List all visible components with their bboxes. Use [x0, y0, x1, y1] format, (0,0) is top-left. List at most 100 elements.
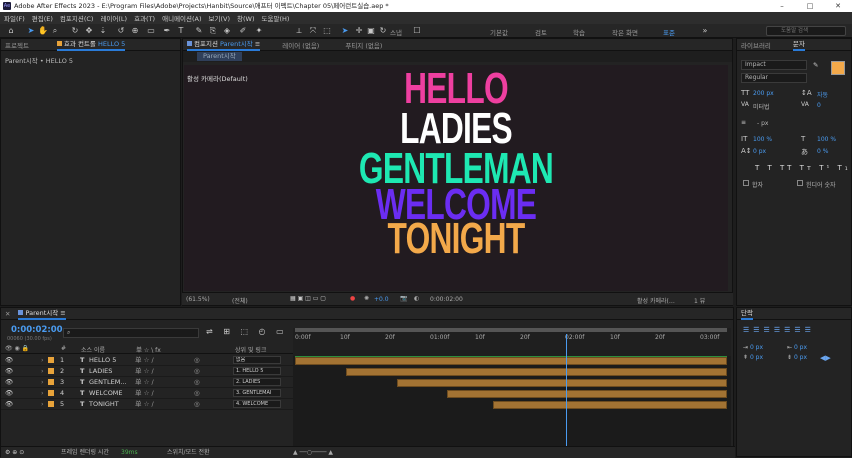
menu-view[interactable]: 보기(V)	[209, 13, 230, 23]
pickwhip-icon[interactable]: ◎	[194, 355, 200, 365]
tab-paragraph[interactable]: 단락	[741, 308, 753, 320]
view-dropdown[interactable]: 활성 카메라(…	[637, 296, 675, 305]
world-axis-icon[interactable]: ✛	[354, 26, 364, 36]
menu-edit[interactable]: 편집(E)	[32, 13, 53, 23]
leading-value[interactable]: 자동	[817, 90, 828, 99]
color-channel-icon[interactable]: ●	[350, 295, 355, 302]
visibility-icon[interactable]: 👁	[5, 366, 13, 376]
pickwhip-icon[interactable]: ◎	[194, 388, 200, 398]
pickwhip-icon[interactable]: ◎	[194, 366, 200, 376]
label-color-icon[interactable]	[48, 368, 54, 374]
layer-name[interactable]: LADIES	[89, 366, 112, 376]
layer-row[interactable]: 👁 › 2 T LADIES 单 ☆ / ◎ 1. HELLO 5	[1, 366, 293, 377]
layer-row[interactable]: 👁 › 3 T GENTLEM... 单 ☆ / ◎ 2. LADIES	[1, 377, 293, 388]
timeline-search-input[interactable]: ⌕	[63, 328, 199, 338]
current-time[interactable]: 0:00:02:00	[430, 296, 463, 303]
vertical-scale-value[interactable]: 100 %	[753, 136, 772, 143]
tab-timeline[interactable]: Parent시작 ≡	[18, 308, 66, 320]
tab-libraries[interactable]: 라이브러리	[741, 40, 771, 50]
ligatures-checkbox[interactable]	[743, 180, 749, 186]
space-before-value[interactable]: ⇞ 0 px	[743, 354, 763, 361]
parent-dropdown[interactable]: 2. LADIES	[233, 378, 281, 386]
workspace-menu-icon[interactable]: »	[700, 26, 710, 36]
timeline-timecode[interactable]: 0:00:02:00	[11, 325, 63, 335]
tab-project[interactable]: 프로젝트	[5, 40, 29, 50]
direction-icon[interactable]: ◀▶	[820, 354, 831, 362]
roto-tool-icon[interactable]: ✐	[238, 26, 248, 36]
3d-tool-icon[interactable]: ⬚	[322, 26, 332, 36]
indent-left-value[interactable]: ⇥ 0 px	[743, 344, 763, 351]
tab-composition[interactable]: 컴포지션 Parent시작 ≡	[187, 39, 261, 51]
expand-icon[interactable]: ›	[41, 355, 44, 365]
flow-tab[interactable]: Parent시작	[197, 52, 242, 61]
layer-duration-bar[interactable]	[396, 379, 727, 387]
brush-tool-icon[interactable]: ✎	[194, 26, 204, 36]
orbit-tool-icon[interactable]: ↻	[70, 26, 80, 36]
font-size-value[interactable]: 200 px	[753, 90, 774, 97]
parent-dropdown[interactable]: 4. WELCOME	[233, 400, 281, 408]
paragraph-align-icons[interactable]: ☰☰☰☰☰☰☰	[743, 326, 815, 334]
tab-footage[interactable]: 푸티지 (없음)	[345, 40, 382, 50]
mask-icon[interactable]: ☐	[412, 26, 422, 36]
pickwhip-icon[interactable]: ◎	[194, 399, 200, 409]
home-icon[interactable]: ⌂	[6, 26, 16, 36]
timeline-switches-icons[interactable]: ⇌ ⊞ ⬚ ◴ ▭	[206, 327, 288, 336]
workspace-review[interactable]: 검토	[535, 27, 547, 37]
layer-name[interactable]: HELLO 5	[89, 355, 116, 365]
kerning-value[interactable]: 미터법	[753, 102, 770, 111]
text-style-buttons-icon[interactable]: T T TT Tт T¹ T₁	[755, 164, 851, 172]
tab-layer[interactable]: 레이어 (없음)	[282, 40, 319, 50]
safe-zones-icon[interactable]: ▦ ▣ ◫ ▭ ▢	[290, 295, 326, 302]
menu-layer[interactable]: 레이어(L)	[100, 13, 127, 23]
expand-icon[interactable]: ›	[41, 399, 44, 409]
tab-character[interactable]: 문자	[792, 39, 805, 51]
expand-icon[interactable]: ›	[41, 366, 44, 376]
workspace-default[interactable]: 기본값	[490, 27, 508, 37]
view-axis-icon[interactable]: ▣	[366, 26, 376, 36]
pen-tool-icon[interactable]: ✒	[162, 26, 172, 36]
rectangle-tool-icon[interactable]: ▭	[146, 26, 156, 36]
dolly-tool-icon[interactable]: ⇣	[98, 26, 108, 36]
toggle-switches-label[interactable]: 스위치/모드 전환	[167, 447, 210, 458]
zoom-slider-icon[interactable]: ▲ ──○──── ▲	[293, 447, 333, 458]
layer-name[interactable]: TONIGHT	[89, 399, 119, 409]
tab-effect-controls[interactable]: 효과 컨트롤 HELLO 5	[56, 39, 126, 51]
baseline-shift-value[interactable]: 0 px	[753, 148, 766, 155]
expand-icon[interactable]: ›	[41, 377, 44, 387]
stroke-width-value[interactable]: - px	[757, 120, 768, 127]
label-color-icon[interactable]	[48, 357, 54, 363]
tsume-value[interactable]: 0 %	[817, 148, 828, 155]
close-tab-icon[interactable]: ✕	[5, 310, 10, 318]
font-family-dropdown[interactable]: Impact	[741, 60, 807, 70]
type-tool-icon[interactable]: T	[176, 26, 186, 36]
label-color-icon[interactable]	[48, 401, 54, 407]
composition-canvas[interactable]: 활성 카메라(Default) HELLO LADIES GENTLEMAN W…	[184, 65, 728, 291]
clone-tool-icon[interactable]: ⎘	[208, 26, 218, 36]
puppet-tool-icon[interactable]: ✦	[254, 26, 264, 36]
pan-tool-icon[interactable]: ✥	[84, 26, 94, 36]
hindi-digits-checkbox[interactable]	[797, 180, 803, 186]
font-style-dropdown[interactable]: Regular	[741, 73, 807, 83]
playhead[interactable]	[565, 334, 567, 446]
maximize-button[interactable]: □	[796, 0, 824, 12]
hand-tool-icon[interactable]: ✋	[38, 26, 48, 36]
parent-dropdown[interactable]: 없음	[233, 356, 281, 364]
workspace-small-screen[interactable]: 작은 화면	[612, 27, 638, 37]
zoom-dropdown[interactable]: (61.5%)	[186, 296, 210, 303]
layer-switches-icon[interactable]: 单 ☆ /	[135, 399, 154, 409]
label-color-icon[interactable]	[48, 379, 54, 385]
rotate-tool-icon[interactable]: ↺	[116, 26, 126, 36]
menu-composition[interactable]: 컴포지션(C)	[60, 13, 94, 23]
snapping-icon[interactable]: ↻	[378, 26, 388, 36]
layer-duration-bar[interactable]	[447, 390, 727, 398]
layer-duration-bar[interactable]	[295, 357, 727, 365]
anchor-tool-icon[interactable]: ⊕	[130, 26, 140, 36]
menu-effect[interactable]: 효과(T)	[134, 13, 155, 23]
space-after-value[interactable]: ⇟ 0 px	[787, 354, 807, 361]
workspace-learn[interactable]: 학습	[573, 27, 585, 37]
visibility-icon[interactable]: 👁	[5, 399, 13, 409]
snapshot-icon[interactable]: 📷	[400, 295, 407, 302]
indent-right-value[interactable]: ⇤ 0 px	[787, 344, 807, 351]
horizontal-scale-value[interactable]: 100 %	[817, 136, 836, 143]
footer-toggle-icons[interactable]: ⚙ ⊕ ⊙	[5, 447, 24, 458]
